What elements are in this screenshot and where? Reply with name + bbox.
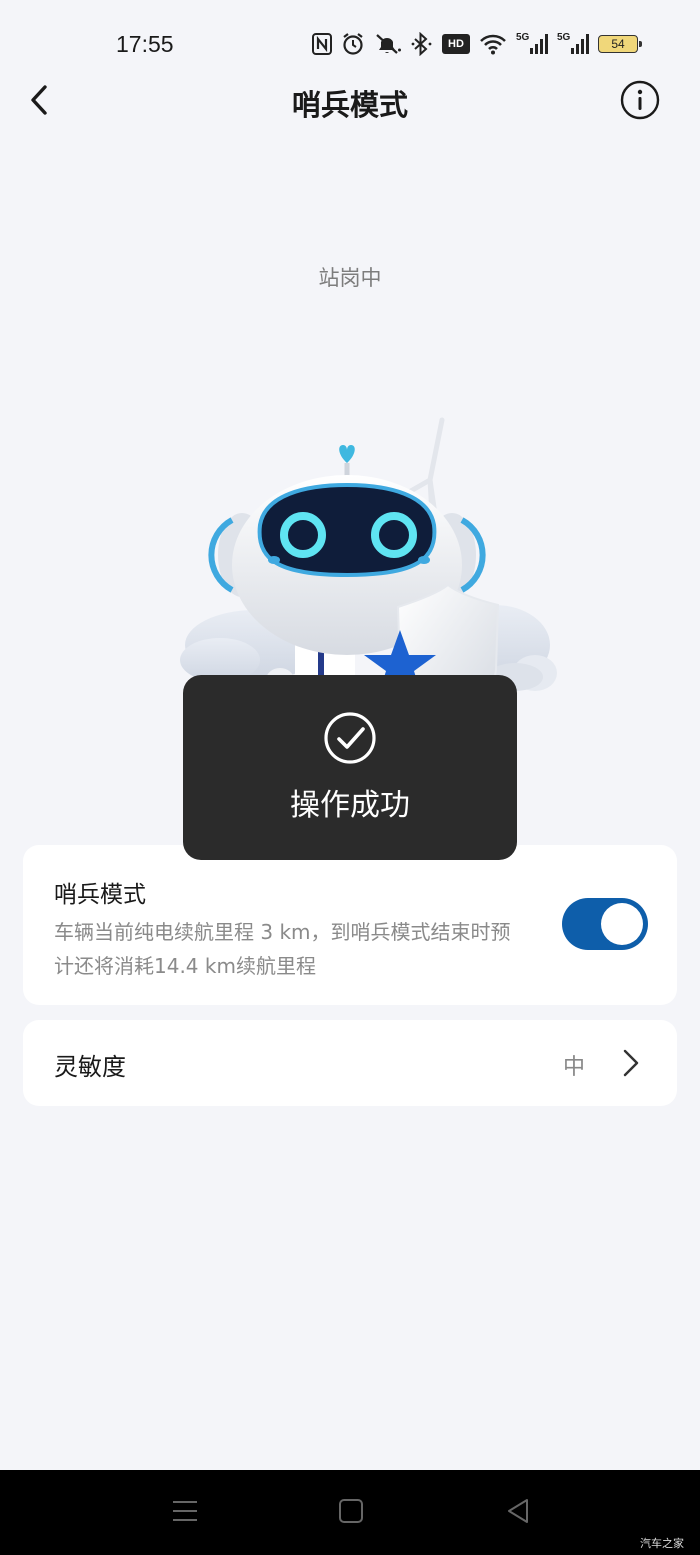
system-nav-bar bbox=[0, 1470, 700, 1555]
toggle-knob bbox=[601, 903, 643, 945]
hd-label: HD bbox=[448, 38, 464, 50]
sentry-mode-toggle[interactable] bbox=[562, 898, 648, 950]
sensitivity-value: 中 bbox=[563, 1055, 586, 1080]
sentry-mode-title: 哨兵模式 bbox=[54, 882, 146, 908]
wifi-icon bbox=[480, 34, 506, 55]
hd-icon: HD bbox=[442, 34, 470, 54]
sentry-status-label: 站岗中 bbox=[318, 266, 382, 290]
back-nav-button[interactable] bbox=[503, 1496, 533, 1526]
header: 哨兵模式 bbox=[0, 70, 700, 130]
battery-icon: 54 bbox=[598, 35, 642, 53]
signal-icon-1: 5G bbox=[516, 32, 548, 56]
status-time: 17:55 bbox=[116, 31, 174, 57]
sentry-mode-card: 哨兵模式 车辆当前纯电续航里程 3 km，到哨兵模式结束时预计还将消耗14.4 … bbox=[23, 845, 677, 1005]
sentry-mode-description: 车辆当前纯电续航里程 3 km，到哨兵模式结束时预计还将消耗14.4 km续航里… bbox=[54, 920, 511, 978]
status-icons: HD 5G 5G 54 bbox=[312, 31, 642, 57]
signal-icon-2: 5G bbox=[557, 32, 589, 56]
toast-message: 操作成功 bbox=[290, 788, 410, 823]
nfc-icon bbox=[312, 33, 332, 55]
check-circle-icon bbox=[324, 712, 376, 764]
sensitivity-label: 灵敏度 bbox=[54, 1053, 126, 1081]
network-label-2: 5G bbox=[557, 32, 571, 43]
chevron-right-icon bbox=[623, 1049, 639, 1077]
network-label-1: 5G bbox=[516, 32, 530, 43]
page-title: 哨兵模式 bbox=[291, 88, 408, 122]
watermark: 汽车之家 bbox=[640, 1537, 684, 1550]
menu-nav-button[interactable] bbox=[170, 1496, 200, 1526]
battery-level: 54 bbox=[611, 37, 625, 51]
sensitivity-row[interactable]: 灵敏度 中 bbox=[23, 1020, 677, 1106]
home-nav-button[interactable] bbox=[336, 1496, 366, 1526]
alarm-icon bbox=[343, 33, 363, 55]
info-button[interactable] bbox=[620, 80, 660, 120]
mute-icon bbox=[376, 34, 401, 54]
success-toast: 操作成功 bbox=[183, 675, 517, 860]
bluetooth-icon bbox=[411, 32, 432, 56]
